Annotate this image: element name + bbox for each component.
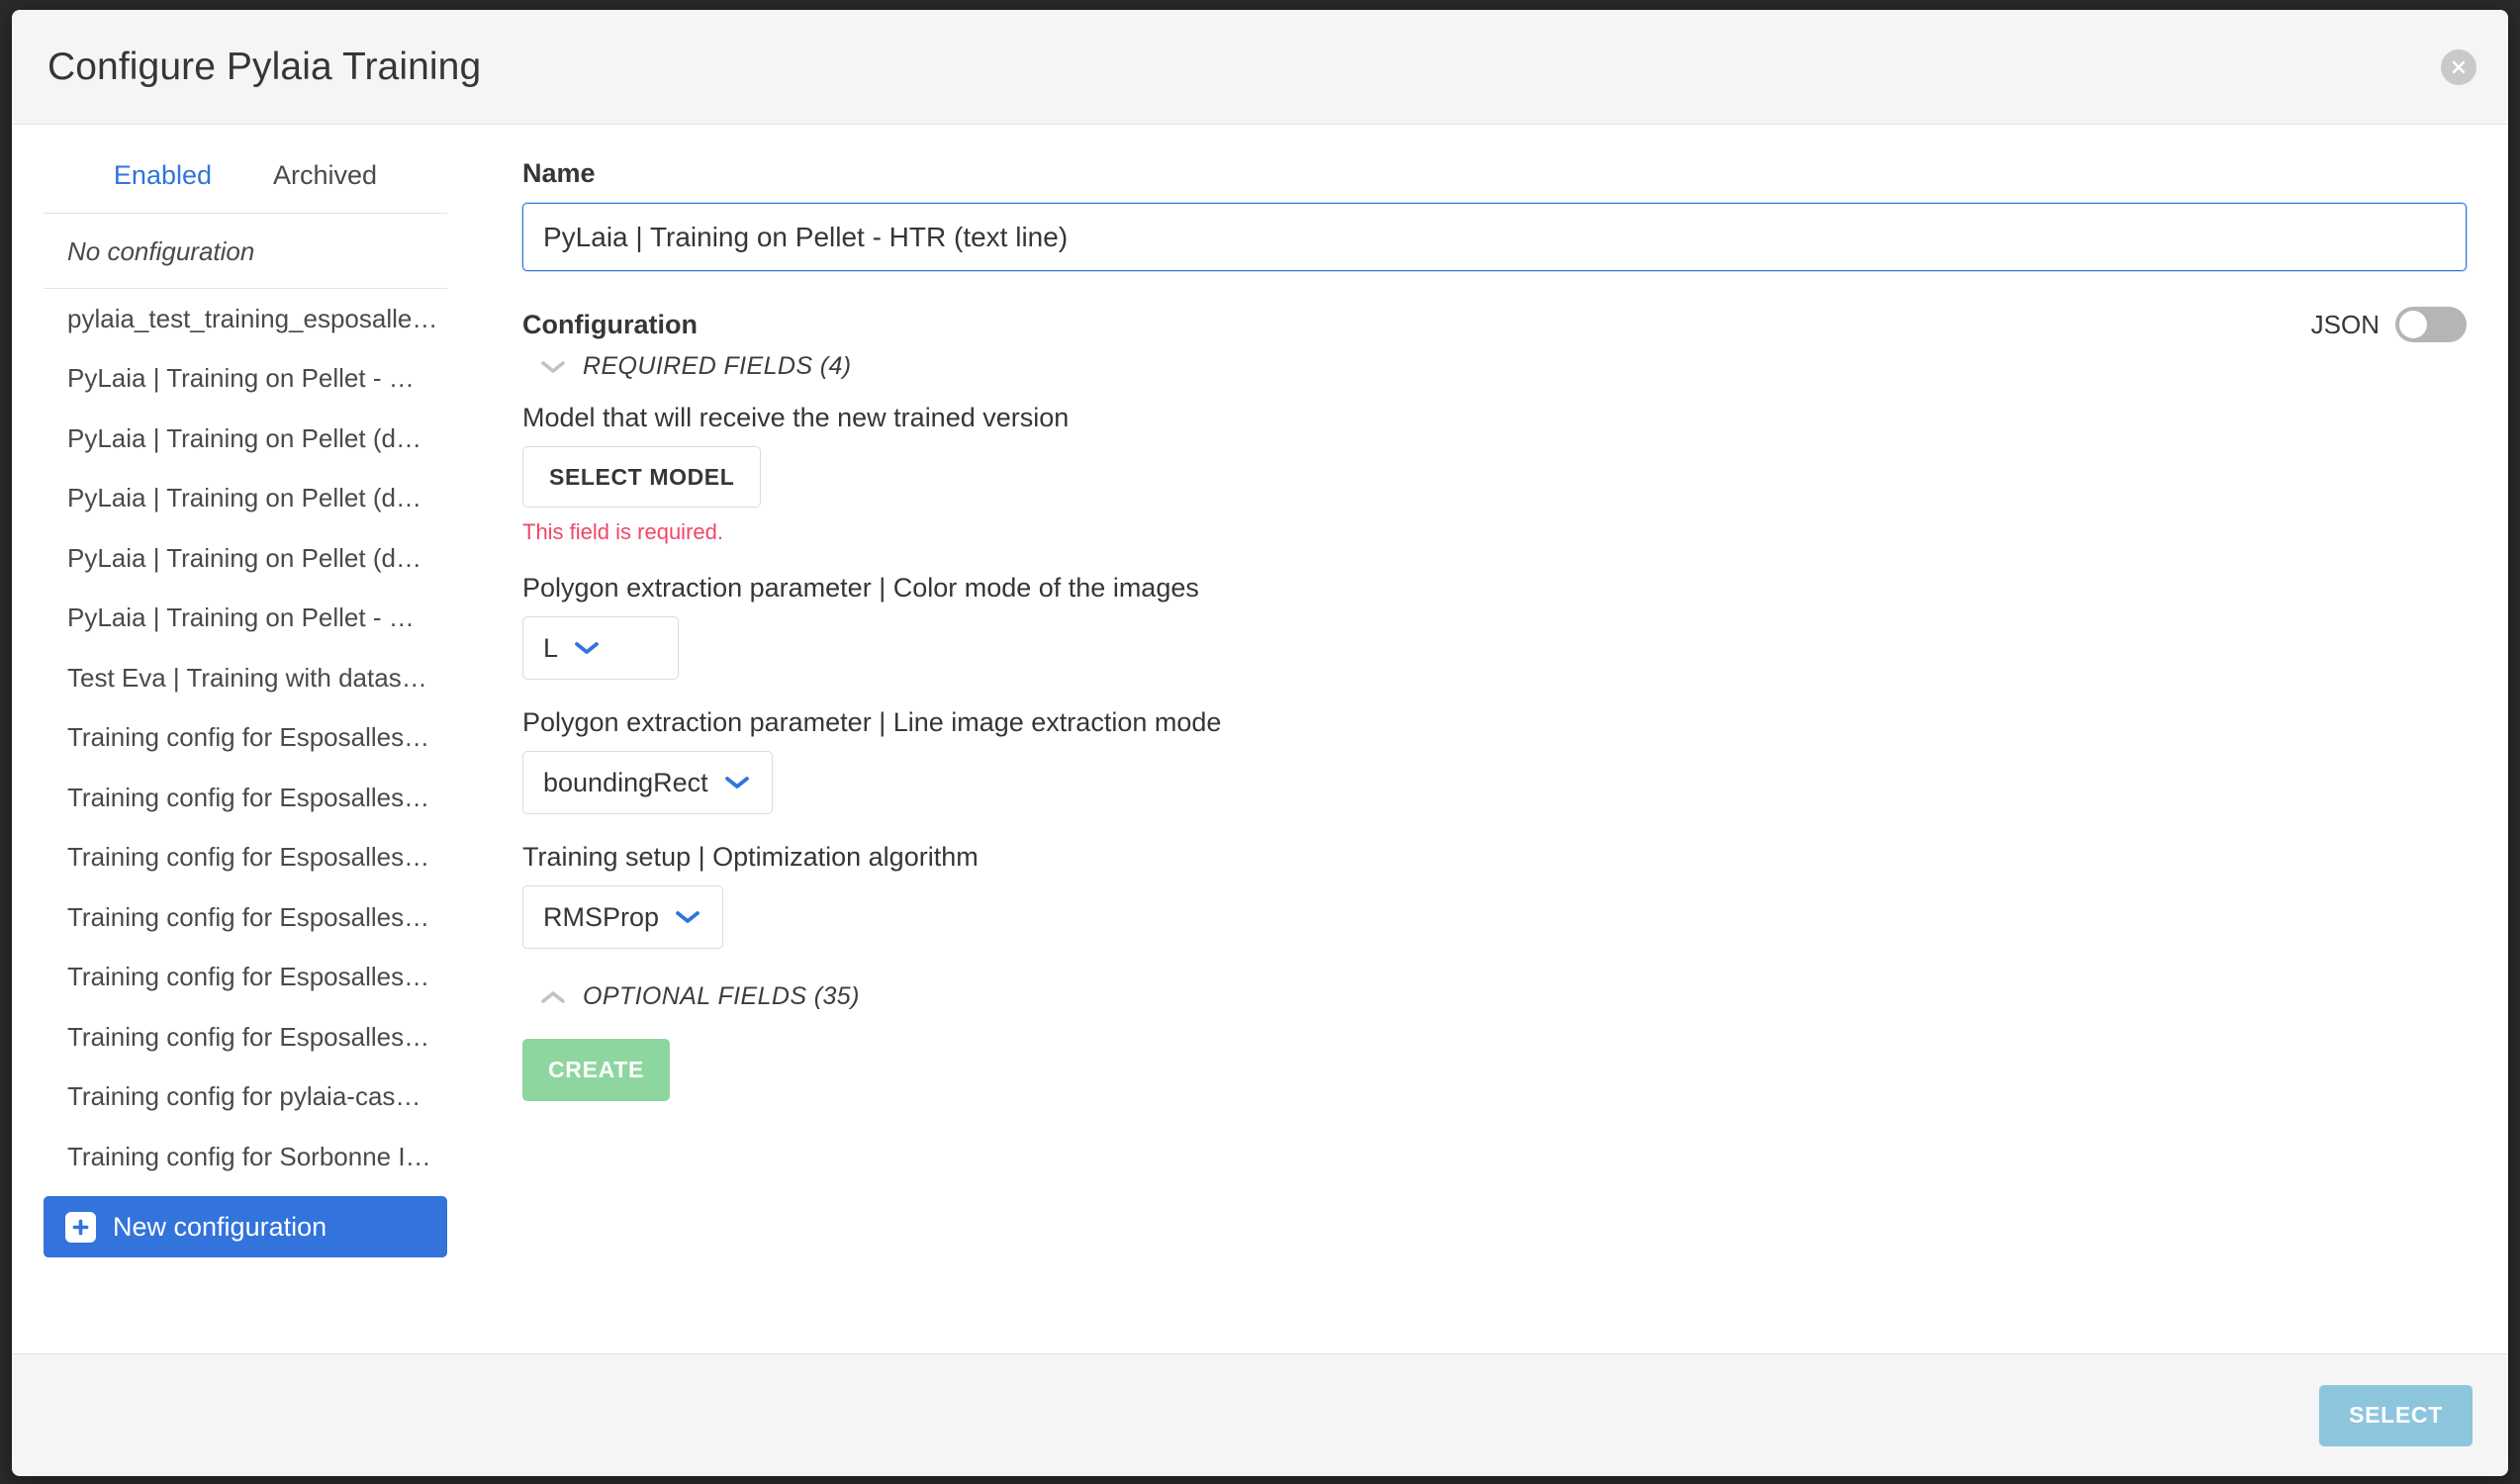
list-item[interactable]: PyLaia | Training on Pellet - … [44,588,447,648]
extraction-mode-select[interactable]: boundingRect [522,751,773,814]
new-configuration-button[interactable]: New configuration [44,1196,447,1257]
chevron-down-icon [575,642,599,654]
list-item[interactable]: PyLaia | Training on Pellet (d… [44,409,447,469]
toggle-knob [2399,311,2427,338]
configuration-form: Name Configuration JSON REQUIRED FIELDS … [477,125,2508,1353]
configuration-header-row: Configuration JSON [522,307,2467,342]
list-item[interactable]: Training config for Esposalles… [44,707,447,768]
configure-training-modal: Configure Pylaia Training Enabled Archiv… [12,10,2508,1476]
list-item[interactable]: Test Eva | Training with datas… [44,648,447,708]
extraction-mode-field: Polygon extraction parameter | Line imag… [522,707,2467,814]
modal-footer: SELECT [12,1353,2508,1476]
json-toggle[interactable] [2395,307,2467,342]
tab-archived[interactable]: Archived [273,160,377,191]
sidebar-tabs: Enabled Archived [44,160,447,214]
list-item[interactable]: PyLaia | Training on Pellet (d… [44,528,447,589]
no-configuration-label: No configuration [44,214,447,289]
new-configuration-label: New configuration [113,1211,327,1242]
plus-square-icon [65,1211,96,1243]
modal-header: Configure Pylaia Training [12,10,2508,125]
color-mode-select[interactable]: L [522,616,679,680]
list-item[interactable]: Training config for Esposalles… [44,887,447,948]
list-item[interactable]: Training config for Esposalles… [44,768,447,828]
tab-enabled[interactable]: Enabled [114,160,212,191]
chevron-down-icon [541,360,565,373]
optimizer-value: RMSProp [543,901,660,932]
modal-body: Enabled Archived No configuration pylaia… [12,125,2508,1353]
color-mode-label: Polygon extraction parameter | Color mod… [522,573,1199,603]
configuration-heading: Configuration [522,309,698,339]
select-button[interactable]: SELECT [2319,1384,2473,1446]
model-field-error: This field is required. [522,519,723,544]
extraction-mode-value: boundingRect [543,767,708,797]
list-item[interactable]: Training config for Sorbonne I… [44,1127,447,1187]
modal-title: Configure Pylaia Training [47,45,482,88]
list-item[interactable]: PyLaia | Training on Pellet - … [44,348,447,409]
extraction-mode-label: Polygon extraction parameter | Line imag… [522,707,1222,737]
chevron-down-icon [676,911,700,923]
list-item[interactable]: PyLaia | Training on Pellet (d… [44,468,447,528]
list-item[interactable]: Training config for Esposalles… [44,947,447,1007]
chevron-up-icon [541,990,565,1003]
list-item[interactable]: Training config for Esposalles… [44,1007,447,1067]
optimizer-field: Training setup | Optimization algorithm … [522,842,2467,949]
color-mode-field: Polygon extraction parameter | Color mod… [522,573,2467,680]
configuration-list: No configuration pylaia_test_training_es… [44,214,447,1186]
optional-fields-section-toggle[interactable]: OPTIONAL FIELDS (35) [540,976,860,1017]
chevron-down-icon [724,777,749,788]
model-field: Model that will receive the new trained … [522,403,2467,545]
required-fields-section-toggle[interactable]: REQUIRED FIELDS (4) [540,346,852,387]
list-item[interactable]: Training config for Esposalles… [44,827,447,887]
model-field-label: Model that will receive the new trained … [522,403,1070,432]
name-label: Name [522,158,596,188]
color-mode-value: L [543,632,559,663]
required-fields-list: Model that will receive the new trained … [522,403,2467,949]
create-button[interactable]: CREATE [522,1039,671,1101]
list-item[interactable]: Training config for pylaia-cas… [44,1067,447,1127]
name-input[interactable] [522,203,2467,271]
json-label: JSON [2310,309,2380,339]
configuration-sidebar: Enabled Archived No configuration pylaia… [12,125,477,1353]
list-item[interactable]: pylaia_test_training_esposalle… [44,289,447,349]
close-icon[interactable] [2441,48,2476,85]
select-model-button[interactable]: SELECT MODEL [522,446,762,508]
required-fields-title: REQUIRED FIELDS (4) [583,352,852,380]
optimizer-select[interactable]: RMSProp [522,885,724,949]
optimizer-label: Training setup | Optimization algorithm [522,842,979,872]
optional-fields-title: OPTIONAL FIELDS (35) [583,982,860,1010]
json-toggle-group: JSON [2311,307,2467,342]
